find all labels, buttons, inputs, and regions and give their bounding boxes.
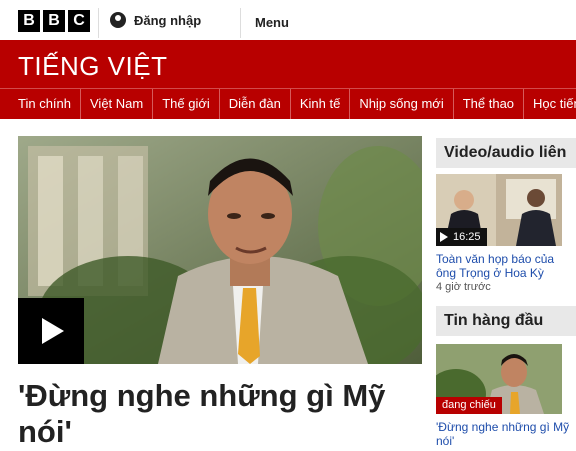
logo-letter: C [68, 10, 90, 32]
nav-item-hoc-tieng-anh[interactable]: Học tiếng Anh [524, 89, 576, 119]
nav-item-tin-chinh[interactable]: Tin chính [0, 89, 81, 119]
top-stories-title[interactable]: Tin hàng đầu [436, 306, 576, 336]
video-caption[interactable]: Toàn văn họp báo của ông Trọng ở Hoa Kỳ [436, 252, 574, 280]
nav-item-nhip-song-moi[interactable]: Nhịp sống mới [350, 89, 454, 119]
logo-letter: B [18, 10, 40, 32]
section-nav: Tin chính Việt Nam Thế giới Diễn đàn Kinh tế… [0, 88, 576, 119]
headline[interactable]: 'Đừng nghe những gì Mỹ nói' [18, 378, 418, 450]
user-icon [110, 12, 126, 28]
video-thumbnail[interactable]: 16:25 [436, 174, 562, 246]
nav-item-kinh-te[interactable]: Kinh tế [291, 89, 351, 119]
signin-label: Đăng nhập [134, 12, 202, 28]
top-story-thumbnail[interactable]: đang chiếu [436, 344, 562, 414]
nav-item-viet-nam[interactable]: Việt Nam [81, 89, 154, 119]
play-icon [440, 232, 448, 242]
top-story-caption[interactable]: 'Đừng nghe những gì Mỹ nói' [436, 420, 574, 448]
video-timestamp: 4 giờ trước [436, 281, 491, 293]
nav-item-dien-dan[interactable]: Diễn đàn [220, 89, 291, 119]
video-section-title[interactable]: Video/audio liên [436, 138, 576, 168]
now-playing-badge: đang chiếu [436, 397, 502, 414]
site-name[interactable]: TIẾNG VIỆT [18, 51, 167, 82]
duration-badge: 16:25 [436, 228, 487, 246]
menu-button[interactable]: Menu [255, 15, 289, 30]
hero-video-thumbnail[interactable] [18, 136, 422, 364]
divider [240, 8, 241, 38]
top-bar: B B C Đăng nhập Menu [0, 0, 576, 41]
duration-text: 16:25 [453, 231, 481, 243]
play-button[interactable] [18, 298, 84, 364]
bbc-logo[interactable]: B B C [18, 10, 90, 32]
logo-letter: B [43, 10, 65, 32]
site-banner: TIẾNG VIỆT [0, 40, 576, 88]
divider [98, 8, 99, 38]
nav-item-the-gioi[interactable]: Thế giới [153, 89, 220, 119]
nav-item-the-thao[interactable]: Thể thao [454, 89, 525, 119]
signin-link[interactable]: Đăng nhập [110, 12, 201, 28]
